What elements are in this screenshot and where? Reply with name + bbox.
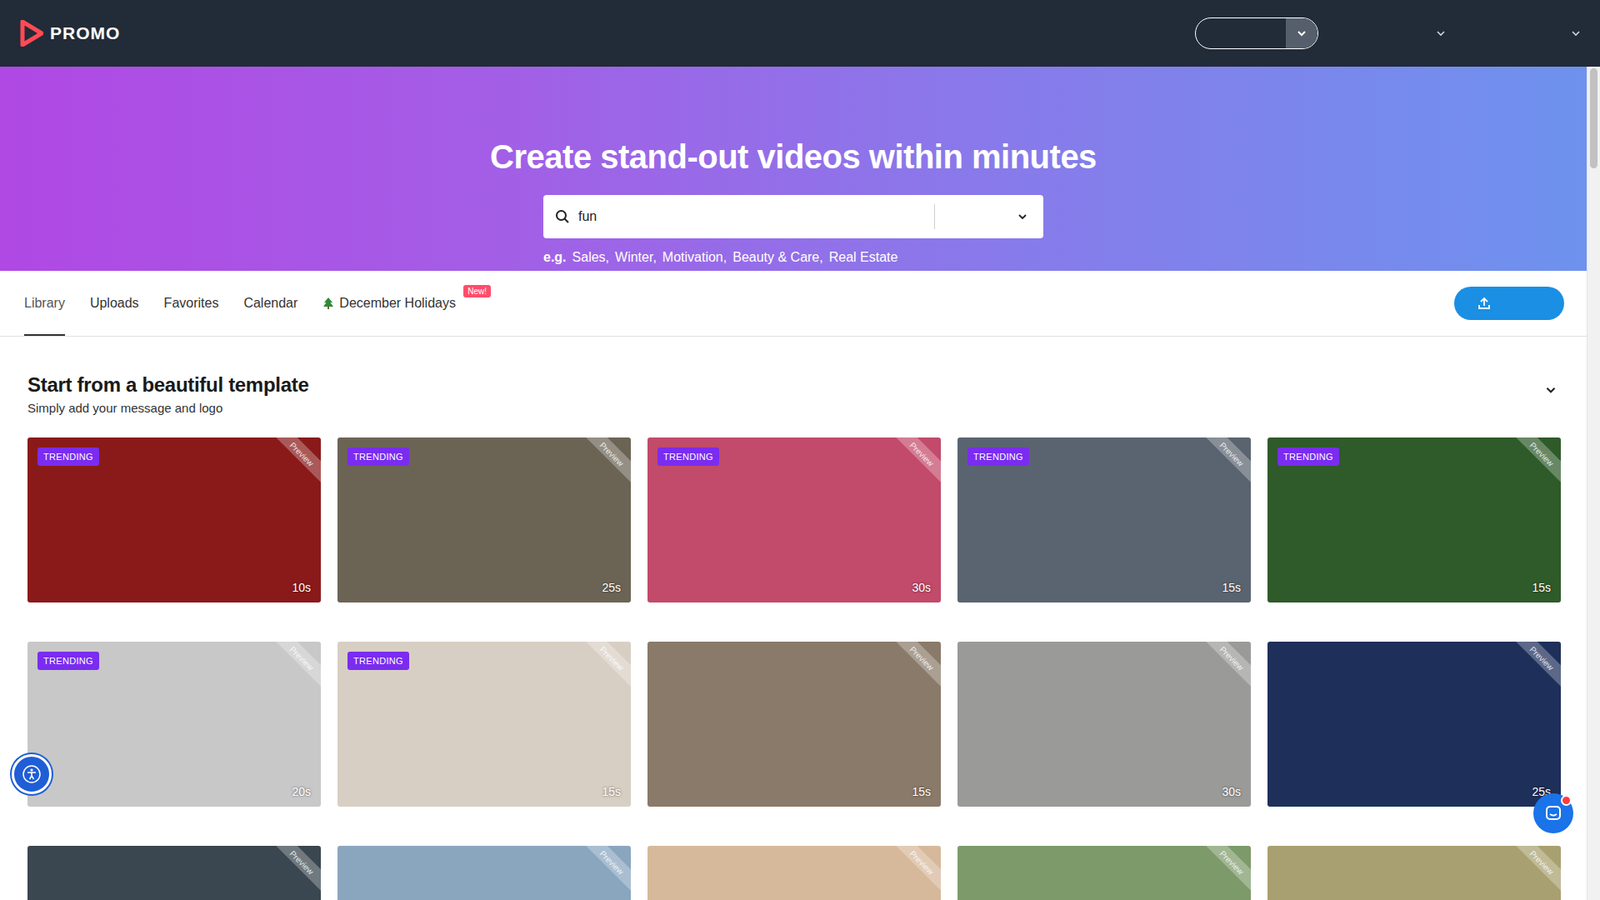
scrollbar-thumb[interactable]	[1590, 68, 1598, 169]
trending-badge: TRENDING	[37, 447, 100, 466]
chevron-down-icon	[1016, 210, 1029, 223]
chat-button[interactable]	[1533, 793, 1574, 834]
accessibility-button[interactable]	[11, 754, 52, 795]
chevron-down-icon	[1295, 27, 1308, 40]
template-card[interactable]: Preview	[27, 845, 321, 900]
preview-ribbon: Preview	[577, 845, 631, 897]
logo[interactable]: PROMO	[20, 20, 120, 47]
preview-ribbon: Preview	[267, 845, 321, 897]
hero-title: Create stand-out videos within minutes	[490, 136, 1097, 177]
template-card[interactable]: Preview 30s	[957, 641, 1251, 807]
search-input[interactable]	[570, 209, 935, 225]
christmas-tree-icon	[322, 296, 335, 310]
template-card[interactable]: TRENDING Preview 25s	[337, 437, 631, 603]
duration-label: 30s	[1221, 785, 1241, 799]
upload-button[interactable]	[1454, 286, 1565, 320]
duration-label: 15s	[1221, 580, 1241, 595]
scrollbar[interactable]	[1586, 66, 1600, 900]
template-card[interactable]: TRENDING Preview 30s	[647, 437, 941, 603]
example-link[interactable]: Beauty & Care,	[732, 250, 824, 265]
top-nav: PROMO	[0, 0, 1600, 67]
template-card[interactable]: TRENDING Preview 15s	[1267, 437, 1561, 603]
tab[interactable]: Uploads	[90, 270, 140, 336]
chevron-down-icon	[1435, 27, 1447, 40]
duration-label: 25s	[601, 580, 621, 595]
collapse-chevron-icon[interactable]	[1544, 383, 1558, 397]
duration-label: 10s	[291, 580, 311, 595]
trending-badge: TRENDING	[657, 447, 720, 466]
notification-dot	[1560, 795, 1572, 806]
preview-ribbon: Preview	[577, 641, 631, 693]
hero: Create stand-out videos within minutese.…	[0, 66, 1587, 271]
template-card[interactable]: Preview	[337, 845, 631, 900]
preview-ribbon: Preview	[887, 641, 941, 693]
preview-ribbon: Preview	[1197, 845, 1251, 897]
trending-badge: TRENDING	[1277, 447, 1340, 466]
search-icon	[555, 209, 570, 225]
example-link[interactable]: Motivation,	[662, 250, 727, 265]
preview-ribbon: Preview	[267, 641, 321, 693]
preview-ribbon: Preview	[1197, 641, 1251, 693]
duration-label: 15s	[601, 785, 621, 799]
category-dropdown[interactable]	[935, 195, 1044, 239]
trending-badge: TRENDING	[967, 447, 1030, 466]
search-examples: e.g.Sales,Winter,Motivation,Beauty & Car…	[543, 250, 1044, 265]
divider	[934, 204, 935, 230]
templates-section: Start from a beautiful template Simply ad…	[0, 336, 1587, 900]
account-menu[interactable]	[1570, 27, 1582, 40]
preview-ribbon: Preview	[1507, 641, 1561, 693]
preview-ribbon: Preview	[577, 437, 631, 489]
chat-icon	[1544, 804, 1563, 823]
template-card[interactable]: TRENDING Preview 10s	[27, 437, 321, 603]
preview-ribbon: Preview	[887, 437, 941, 489]
preview-ribbon: Preview	[887, 845, 941, 897]
preview-ribbon: Preview	[1197, 437, 1251, 489]
main-content: Create stand-out videos within minutese.…	[0, 66, 1587, 900]
example-link[interactable]: Real Estate	[829, 250, 899, 265]
preview-ribbon: Preview	[1507, 437, 1561, 489]
search-box	[543, 195, 1044, 239]
section-subtitle: Simply add your message and logo	[27, 400, 309, 415]
tabs-bar: Library Uploads Favorites Calendar December …	[0, 270, 1587, 337]
preview-ribbon: Preview	[267, 437, 321, 489]
template-card[interactable]: Preview25s	[1267, 641, 1561, 807]
tab[interactable]: Calendar	[243, 270, 298, 336]
section-title: Start from a beautiful template	[27, 372, 309, 398]
trending-badge: TRENDING	[347, 447, 410, 466]
workspace-select[interactable]	[1195, 17, 1319, 50]
tab[interactable]: Favorites	[164, 270, 220, 336]
trending-badge: TRENDING	[347, 651, 410, 670]
nav-menu[interactable]	[1435, 27, 1447, 40]
template-card[interactable]: TRENDING Preview 20s	[27, 641, 321, 807]
example-link[interactable]: Winter,	[615, 250, 657, 265]
chevron-down-icon	[1570, 27, 1582, 40]
template-card[interactable]: Preview	[1267, 845, 1561, 900]
template-card[interactable]: Preview	[957, 845, 1251, 900]
logo-icon	[20, 20, 44, 47]
accessibility-icon	[21, 764, 42, 785]
tab[interactable]: Library	[24, 270, 65, 336]
example-link[interactable]: Sales,	[572, 250, 610, 265]
template-card[interactable]: TRENDING Preview 15s	[957, 437, 1251, 603]
template-card[interactable]: Preview 15s	[647, 641, 941, 807]
tab[interactable]: December HolidaysNew!	[322, 270, 456, 336]
template-card[interactable]: Preview	[647, 845, 941, 900]
preview-ribbon: Preview	[1507, 845, 1561, 897]
duration-label: 20s	[291, 785, 311, 799]
upload-icon	[1477, 296, 1491, 310]
page: PROMO Create stand-out videos within minu…	[0, 0, 1600, 900]
new-badge: New!	[463, 285, 491, 298]
trending-badge: TRENDING	[37, 651, 100, 670]
duration-label: 15s	[911, 785, 931, 799]
duration-label: 30s	[911, 580, 931, 595]
duration-label: 15s	[1531, 580, 1551, 595]
template-grid: TRENDINGPreview10sTRENDINGPreview25sTREN…	[27, 437, 1561, 900]
template-card[interactable]: TRENDING Preview 15s	[337, 641, 631, 807]
